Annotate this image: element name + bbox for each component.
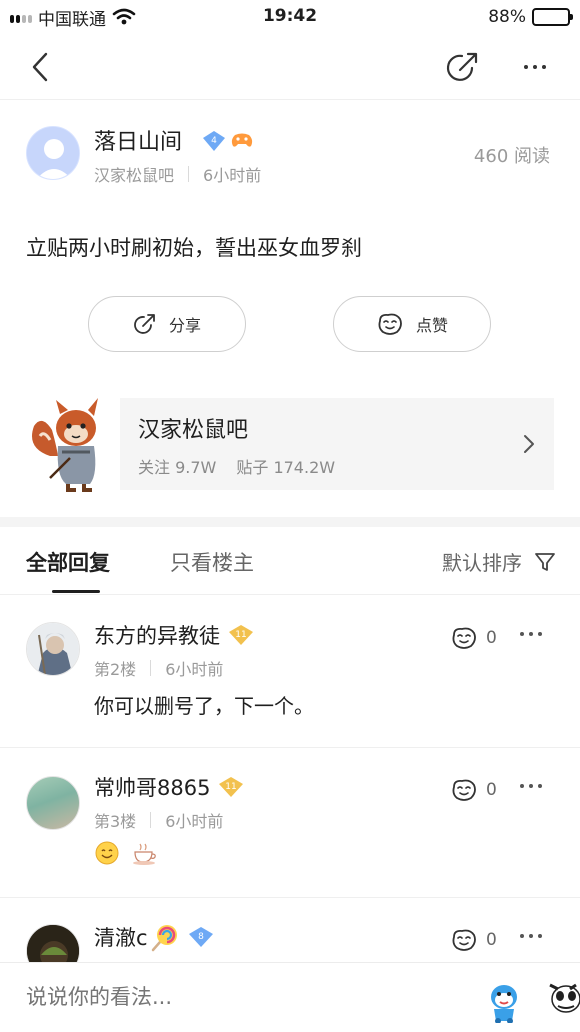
- sort-button[interactable]: 默认排序: [442, 547, 556, 576]
- share-label: 分享: [168, 316, 201, 335]
- level-badge-text: 11: [226, 782, 237, 792]
- avatar-image: [27, 623, 79, 675]
- avatar[interactable]: [26, 622, 80, 676]
- meta-divider: [150, 812, 152, 828]
- level-badge-icon: 11: [229, 625, 253, 645]
- like-icon: [452, 929, 476, 951]
- level-badge-icon: 4: [203, 131, 225, 151]
- read-count: 460 阅读: [473, 146, 550, 167]
- reply-meta: 第3楼 6小时前: [94, 808, 223, 832]
- reply-author[interactable]: 东方的异教徒 11: [94, 620, 254, 650]
- default-avatar-icon: [27, 127, 79, 179]
- back-icon[interactable]: [24, 48, 58, 86]
- status-right: 88%: [488, 0, 573, 34]
- tab-indicator: [52, 590, 100, 593]
- reply-item: 常帅哥8865 11 第3楼 6小时前 0: [0, 748, 580, 898]
- reply-author-name: 东方的异教徒: [94, 624, 220, 648]
- reply-content: 你可以删号了，下一个。: [94, 694, 314, 718]
- meta-divider: [188, 166, 190, 182]
- reply-like-button[interactable]: 0: [450, 928, 497, 952]
- sticker-icon[interactable]: [546, 977, 580, 1023]
- battery-percent: 88%: [488, 7, 526, 27]
- nav-bar: [0, 34, 580, 100]
- reply-like-count: 0: [486, 780, 497, 800]
- post-time: 6小时前: [203, 166, 262, 185]
- forum-card[interactable]: 汉家松鼠吧 关注 9.7W 贴子 174.2W: [120, 398, 554, 490]
- chevron-right-icon: [524, 435, 534, 453]
- level-badge-text: 8: [198, 932, 204, 942]
- filter-icon: [535, 552, 555, 571]
- tab-all-replies[interactable]: 全部回复: [26, 547, 110, 577]
- lollipop-icon: [151, 925, 177, 952]
- section-divider: [0, 517, 580, 527]
- avatar[interactable]: [26, 126, 80, 180]
- like-icon: [452, 779, 476, 801]
- reply-author-name: 清澈c: [94, 926, 148, 950]
- post-meta: 汉家松鼠吧 6小时前: [94, 162, 261, 186]
- meta-divider: [150, 660, 152, 676]
- level-badge-icon: 8: [188, 927, 213, 947]
- more-icon[interactable]: [520, 632, 542, 636]
- avatar[interactable]: [26, 776, 80, 830]
- share-icon[interactable]: [444, 48, 482, 86]
- tab-owner-only[interactable]: 只看楼主: [170, 547, 254, 577]
- post-content: 立贴两小时刷初始，誓出巫女血罗刹: [26, 236, 362, 260]
- reply-floor: 第3楼: [94, 812, 137, 831]
- forum-stats: 关注 9.7W 贴子 174.2W: [138, 454, 335, 478]
- reply-tabs: 全部回复 只看楼主 默认排序: [0, 527, 580, 595]
- forum-mascot-image[interactable]: [28, 396, 108, 492]
- battery-icon: [532, 8, 573, 26]
- comment-bar: [0, 962, 580, 1032]
- reply-like-count: 0: [486, 628, 497, 648]
- reply-like-button[interactable]: 0: [450, 778, 497, 802]
- more-icon[interactable]: [520, 784, 542, 788]
- forum-name: 汉家松鼠吧: [138, 418, 249, 443]
- reply-floor: 第2楼: [94, 660, 137, 679]
- gamepad-icon: [231, 133, 253, 147]
- like-icon: [452, 627, 476, 649]
- reply-item: 东方的异教徒 11 第2楼 6小时前 你可以删号了，下一个。 0: [0, 596, 580, 748]
- reply-like-button[interactable]: 0: [450, 626, 497, 650]
- reply-author[interactable]: 清澈c 8: [94, 922, 214, 952]
- reply-time: 6小时前: [165, 660, 224, 679]
- reply-emoji-content: [94, 840, 158, 866]
- like-button[interactable]: 点赞: [333, 296, 491, 352]
- share-icon: [134, 314, 155, 334]
- smile-emoji-icon: [95, 841, 119, 865]
- level-badge-icon: 11: [219, 777, 244, 797]
- like-label: 点赞: [415, 316, 448, 335]
- forum-posts: 贴子 174.2W: [236, 458, 336, 477]
- post-author: 落日山间 4 汉家松鼠吧 6小时前 460 阅读: [26, 124, 556, 188]
- reply-meta: 第2楼 6小时前: [94, 656, 223, 680]
- reply-author-name: 常帅哥8865: [94, 776, 211, 800]
- more-icon[interactable]: [520, 934, 542, 938]
- level-badge-text: 4: [211, 136, 217, 146]
- tea-emoji-icon: [133, 843, 156, 865]
- reply-author[interactable]: 常帅哥8865 11: [94, 772, 244, 802]
- reply-time: 6小时前: [165, 812, 224, 831]
- comment-input[interactable]: [26, 985, 446, 1009]
- reply-like-count: 0: [486, 930, 497, 950]
- forum-followers: 关注 9.7W: [138, 458, 217, 477]
- level-badge-text: 11: [235, 630, 246, 640]
- more-icon[interactable]: [512, 50, 558, 84]
- forum-tag[interactable]: 汉家松鼠吧: [94, 162, 174, 186]
- share-button[interactable]: 分享: [88, 296, 246, 352]
- status-bar: 中国联通 19:42 88%: [0, 0, 580, 34]
- emoji-picker-icon[interactable]: [484, 979, 524, 1023]
- like-icon: [378, 313, 402, 335]
- author-name[interactable]: 落日山间: [94, 124, 182, 156]
- sort-label: 默认排序: [442, 551, 522, 575]
